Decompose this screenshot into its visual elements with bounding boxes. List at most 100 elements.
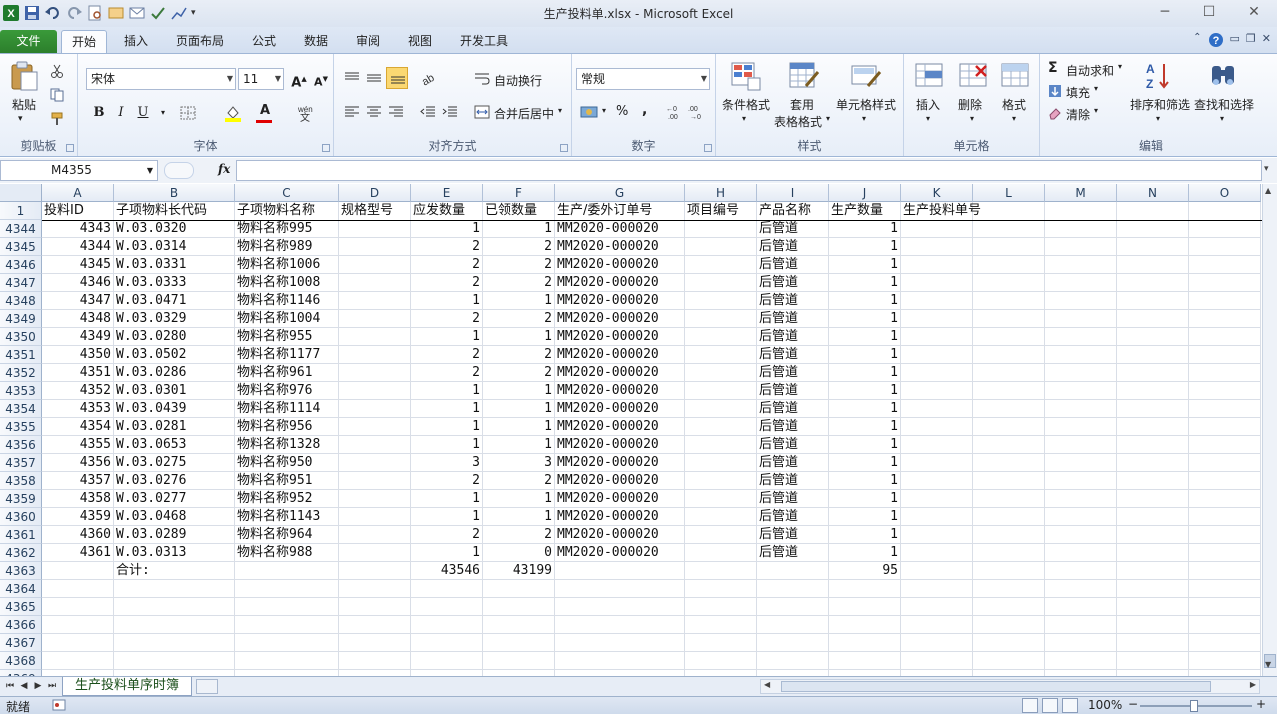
cell-n[interactable]	[1117, 418, 1189, 436]
cell-h[interactable]	[685, 652, 757, 670]
page-layout-view-icon[interactable]	[1042, 698, 1058, 713]
cell-k[interactable]	[901, 436, 973, 454]
column-header-c[interactable]: C	[235, 184, 339, 202]
cell-m[interactable]	[1045, 598, 1117, 616]
cell-l[interactable]	[973, 634, 1045, 652]
cell-f[interactable]	[483, 634, 555, 652]
cell-o[interactable]	[1189, 598, 1261, 616]
cell-c[interactable]: 物料名称964	[235, 526, 339, 544]
copy-icon[interactable]	[50, 88, 66, 102]
tab-insert[interactable]: 插入	[114, 30, 158, 53]
cell-k[interactable]	[901, 292, 973, 310]
cell-j[interactable]: 1	[829, 220, 901, 238]
delete-cells-button[interactable]: 删除	[958, 96, 982, 113]
cell-e[interactable]: 1	[411, 328, 483, 346]
row-header[interactable]: 4361	[0, 526, 42, 544]
cell-n[interactable]	[1117, 616, 1189, 634]
cell-g[interactable]: MM2020-000020	[555, 454, 685, 472]
cell-o[interactable]	[1189, 256, 1261, 274]
column-header-a[interactable]: A	[42, 184, 114, 202]
number-format-select[interactable]: 常规 ▼	[576, 68, 710, 90]
row-header[interactable]: 4358	[0, 472, 42, 490]
paste-icon[interactable]	[8, 60, 40, 92]
cell-e[interactable]	[411, 580, 483, 598]
cell-k[interactable]	[901, 598, 973, 616]
cell-n[interactable]	[1117, 364, 1189, 382]
cell-l[interactable]	[973, 310, 1045, 328]
cell-g[interactable]: MM2020-000020	[555, 328, 685, 346]
cell-a[interactable]: 4345	[42, 256, 114, 274]
column-header-d[interactable]: D	[339, 184, 411, 202]
cell-e[interactable]: 2	[411, 346, 483, 364]
cell-a[interactable]: 4355	[42, 436, 114, 454]
cell-a[interactable]: 4347	[42, 292, 114, 310]
cell-d[interactable]	[339, 526, 411, 544]
cell-j[interactable]: 1	[829, 508, 901, 526]
cell-l[interactable]	[973, 292, 1045, 310]
cell-a[interactable]: 4353	[42, 400, 114, 418]
cell-c[interactable]: 物料名称988	[235, 544, 339, 562]
cell-d[interactable]	[339, 292, 411, 310]
close-button[interactable]: ✕	[1239, 2, 1269, 24]
cell-d[interactable]	[339, 508, 411, 526]
name-box[interactable]: M4355 ▼	[0, 160, 158, 181]
cell-m[interactable]	[1045, 652, 1117, 670]
autosum-button[interactable]: 自动求和	[1066, 62, 1114, 79]
cell-l[interactable]	[973, 580, 1045, 598]
cell-j[interactable]: 1	[829, 472, 901, 490]
cell-j[interactable]: 1	[829, 238, 901, 256]
cell-h[interactable]	[685, 328, 757, 346]
row-header[interactable]: 4347	[0, 274, 42, 292]
cell-d[interactable]	[339, 652, 411, 670]
cell-n[interactable]	[1117, 598, 1189, 616]
cell-m[interactable]	[1045, 364, 1117, 382]
cell-o[interactable]	[1189, 508, 1261, 526]
cell-m[interactable]	[1045, 310, 1117, 328]
cell-k[interactable]	[901, 346, 973, 364]
zoom-slider-knob[interactable]	[1190, 700, 1198, 712]
tab-formulas[interactable]: 公式	[242, 30, 286, 53]
column-header-j[interactable]: J	[829, 184, 901, 202]
cell-h[interactable]	[685, 220, 757, 238]
cell-a[interactable]: 4354	[42, 418, 114, 436]
wrap-text-icon[interactable]	[474, 72, 490, 86]
cell-a[interactable]: 4356	[42, 454, 114, 472]
cell-m[interactable]	[1045, 292, 1117, 310]
cell-o[interactable]	[1189, 562, 1261, 580]
cell-f[interactable]: 43199	[483, 562, 555, 580]
cell-m[interactable]	[1045, 436, 1117, 454]
cell-o[interactable]	[1189, 328, 1261, 346]
cell-a[interactable]: 4358	[42, 490, 114, 508]
cell-d[interactable]	[339, 472, 411, 490]
cell-h[interactable]	[685, 454, 757, 472]
cell-h[interactable]	[685, 364, 757, 382]
cell-j[interactable]: 1	[829, 346, 901, 364]
cell-f[interactable]: 1	[483, 220, 555, 238]
cell-l[interactable]	[973, 436, 1045, 454]
workbook-minimize-icon[interactable]: ▭	[1230, 32, 1240, 48]
cell-d[interactable]	[339, 580, 411, 598]
cell-j[interactable]: 1	[829, 418, 901, 436]
cell-h[interactable]	[685, 292, 757, 310]
cell-g[interactable]: MM2020-000020	[555, 364, 685, 382]
cell-d[interactable]	[339, 490, 411, 508]
increase-decimal-icon[interactable]: ←0.00	[666, 104, 686, 120]
number-launcher-icon[interactable]	[704, 144, 712, 152]
cell-n[interactable]	[1117, 256, 1189, 274]
row-header[interactable]: 4355	[0, 418, 42, 436]
column-header-h[interactable]: H	[685, 184, 757, 202]
cell-g[interactable]	[555, 652, 685, 670]
cell-c[interactable]: 物料名称1004	[235, 310, 339, 328]
cell-b[interactable]	[114, 598, 235, 616]
insert-cells-icon[interactable]	[914, 60, 946, 92]
workbook-close-icon[interactable]: ✕	[1262, 32, 1271, 48]
cell-n[interactable]	[1117, 346, 1189, 364]
tab-data[interactable]: 数据	[294, 30, 338, 53]
cell-n[interactable]	[1117, 526, 1189, 544]
cell-a[interactable]	[42, 652, 114, 670]
cell-j[interactable]: 1	[829, 544, 901, 562]
increase-indent-icon[interactable]	[442, 106, 458, 118]
format-table-label-1[interactable]: 套用	[790, 96, 814, 113]
tab-page-layout[interactable]: 页面布局	[166, 30, 234, 53]
align-middle-icon[interactable]	[366, 72, 382, 84]
